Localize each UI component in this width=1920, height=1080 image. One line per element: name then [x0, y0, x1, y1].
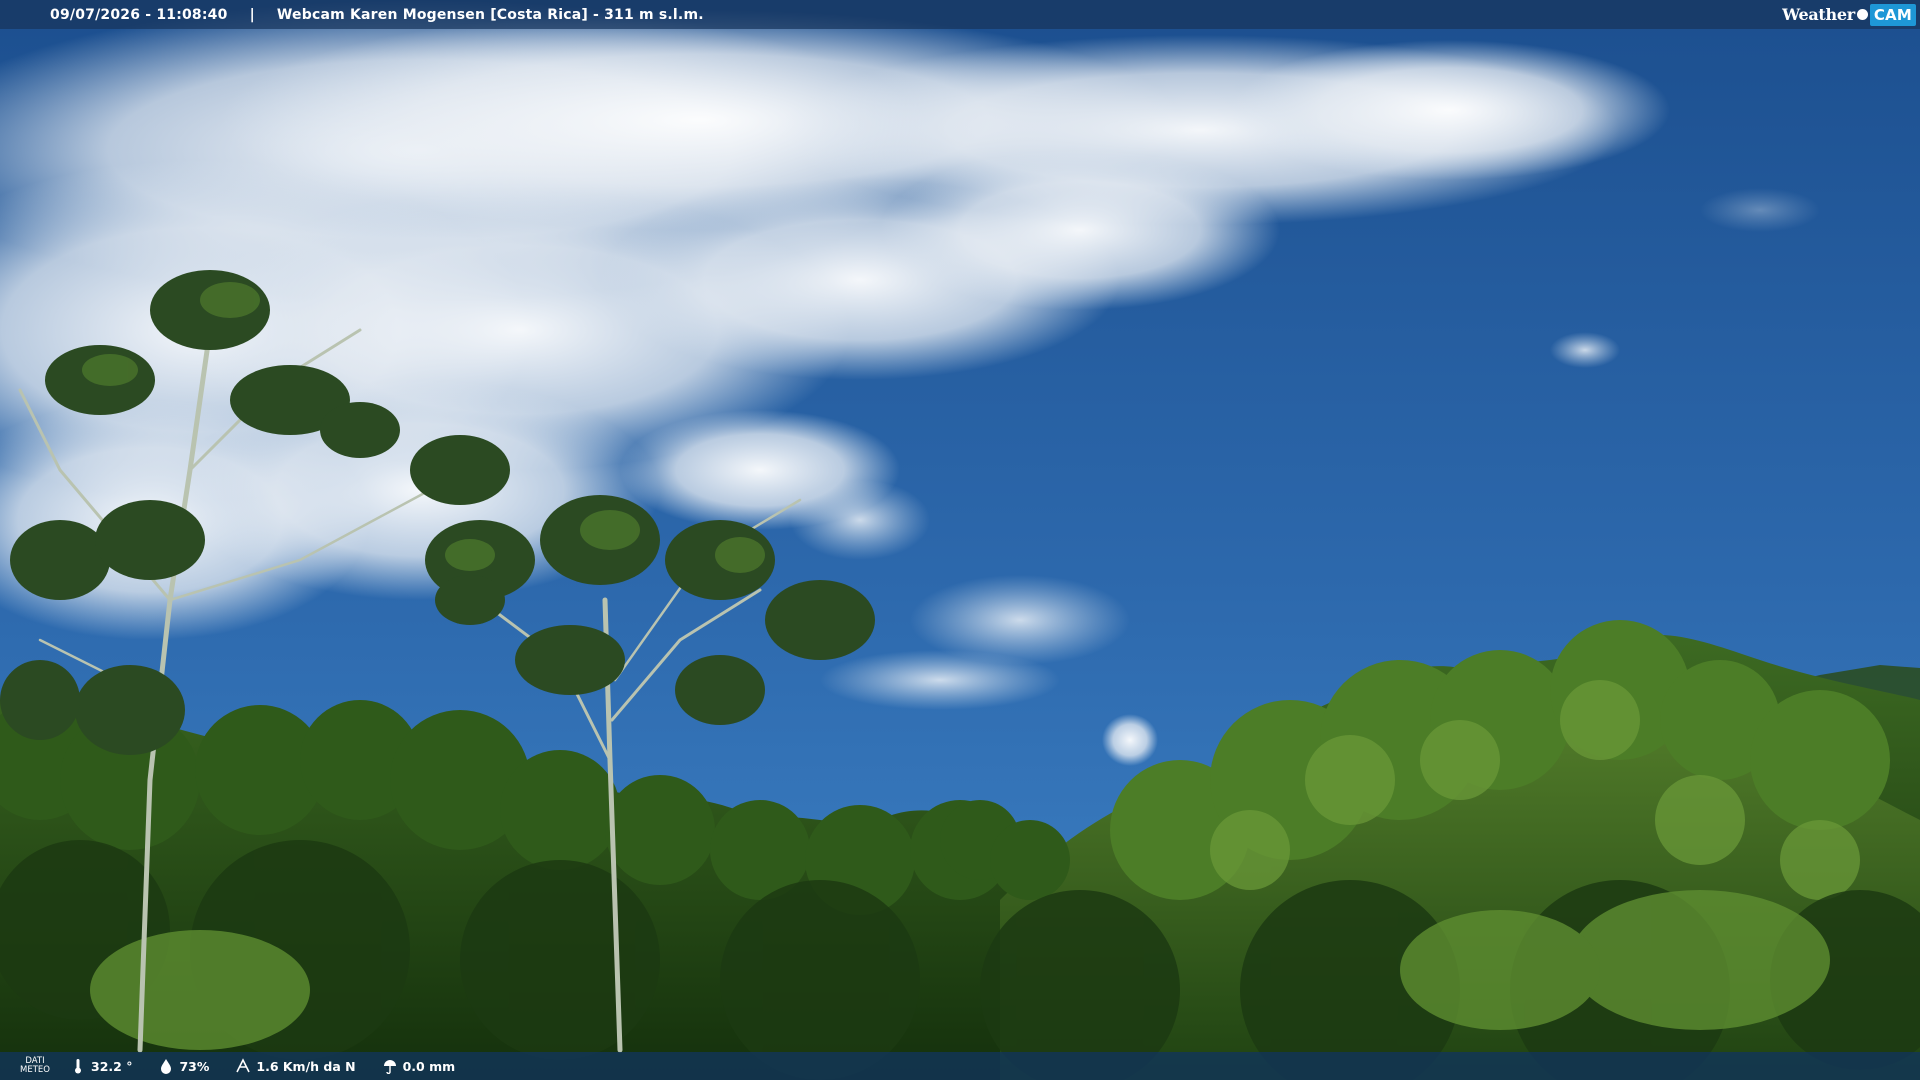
wind-reading: 1.6 Km/h da N — [235, 1058, 356, 1074]
rain-value: 0.0 mm — [402, 1058, 456, 1074]
humidity-value: 73% — [179, 1058, 210, 1074]
logo-dot-icon — [1856, 9, 1868, 20]
webcam-scene-image — [0, 0, 1920, 1080]
logo-weather-text: Weather — [1782, 5, 1855, 24]
rain-reading: 0.0 mm — [382, 1058, 456, 1074]
separator: | — [249, 6, 255, 23]
logo-cam-text: CAM — [1869, 3, 1916, 26]
temperature-reading: 32.2 ° — [70, 1058, 132, 1074]
weather-data-label: DATI METEO — [0, 1057, 70, 1075]
weathercam-logo: Weather CAM — [1782, 0, 1920, 29]
thermometer-icon — [75, 1059, 81, 1074]
label-line2: METEO — [20, 1065, 50, 1075]
temperature-value: 32.2 ° — [91, 1058, 133, 1074]
wind-icon — [236, 1058, 251, 1073]
weather-data-bar: DATI METEO 32.2 ° 73% 1.6 Km/h da N 0.0 … — [0, 1052, 1920, 1080]
humidity-drop-icon — [161, 1059, 172, 1074]
rain-icon — [383, 1060, 396, 1074]
timestamp: 09/07/2026 - 11:08:40 — [50, 6, 228, 23]
webcam-frame: 09/07/2026 - 11:08:40 | Webcam Karen Mog… — [0, 0, 1920, 1080]
webcam-top-bar: 09/07/2026 - 11:08:40 | Webcam Karen Mog… — [0, 0, 1920, 29]
wind-value: 1.6 Km/h da N — [256, 1058, 356, 1074]
humidity-reading: 73% — [158, 1058, 209, 1074]
webcam-title: Webcam Karen Mogensen [Costa Rica] - 311… — [276, 6, 704, 23]
